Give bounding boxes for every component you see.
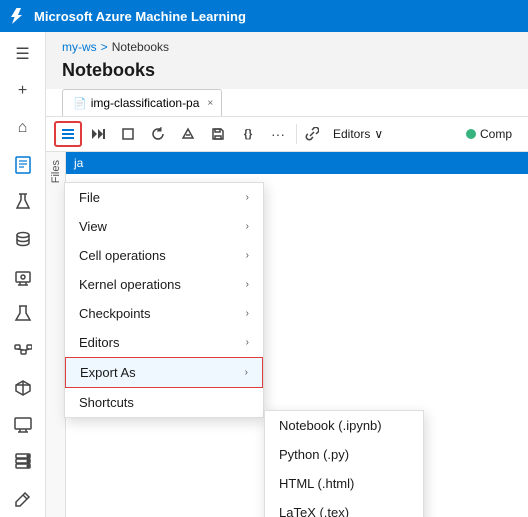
- top-bar: Microsoft Azure Machine Learning: [0, 0, 528, 32]
- breadcrumb-separator: >: [101, 40, 108, 54]
- file-icon: 📄: [73, 97, 87, 110]
- notebook-area: Files ja File › View ›: [46, 152, 528, 517]
- flask-icon[interactable]: [5, 296, 41, 331]
- fast-forward-button[interactable]: [84, 121, 112, 147]
- experiment-icon[interactable]: [5, 185, 41, 220]
- clear-button[interactable]: [174, 121, 202, 147]
- tabs-bar: 📄 img-classification-pa ×: [46, 89, 528, 117]
- menu-item-kernel-operations[interactable]: Kernel operations ›: [65, 270, 263, 299]
- pipeline-icon[interactable]: [5, 333, 41, 368]
- editors-label: Editors: [333, 127, 370, 141]
- more-button[interactable]: ···: [264, 121, 292, 147]
- data-icon[interactable]: [5, 222, 41, 257]
- menu-button[interactable]: [54, 121, 82, 147]
- menu-item-editors[interactable]: Editors ›: [65, 328, 263, 357]
- chevron-down-icon: ∨: [374, 127, 383, 141]
- page-title: Notebooks: [46, 58, 528, 89]
- submenu-item-python[interactable]: Python (.py): [265, 440, 423, 469]
- code-button[interactable]: {}: [234, 121, 262, 147]
- link-button[interactable]: [301, 121, 323, 147]
- toolbar: {} ··· Editors ∨ Comp: [46, 117, 528, 152]
- menu-item-cell-operations[interactable]: Cell operations ›: [65, 241, 263, 270]
- left-sidebar: ☰ + ⌂: [0, 32, 46, 517]
- chevron-right-icon: ›: [246, 337, 249, 348]
- dropdown-menu: File › View › Cell operations › Kernel o…: [64, 182, 264, 418]
- menu-item-export-as-label: Export As: [80, 365, 136, 380]
- monitor-icon[interactable]: [5, 408, 41, 443]
- compute-status[interactable]: Comp: [458, 124, 520, 144]
- files-panel[interactable]: Files: [46, 152, 66, 517]
- edit-icon[interactable]: [5, 482, 41, 517]
- notebook-icon[interactable]: [5, 147, 41, 182]
- chevron-right-icon: ›: [245, 367, 248, 378]
- storage-icon[interactable]: [5, 445, 41, 480]
- refresh-button[interactable]: [144, 121, 172, 147]
- menu-item-checkpoints[interactable]: Checkpoints ›: [65, 299, 263, 328]
- breadcrumb: my-ws > Notebooks: [46, 32, 528, 58]
- chevron-right-icon: ›: [246, 192, 249, 203]
- menu-item-file-label: File: [79, 190, 100, 205]
- chevron-right-icon: ›: [246, 308, 249, 319]
- add-icon[interactable]: +: [5, 73, 41, 108]
- chevron-right-icon: ›: [246, 221, 249, 232]
- registry-icon[interactable]: [5, 370, 41, 405]
- menu-item-file[interactable]: File ›: [65, 183, 263, 212]
- chevron-right-icon: ›: [246, 279, 249, 290]
- hamburger-icon[interactable]: ☰: [5, 36, 41, 71]
- files-label[interactable]: Files: [50, 160, 62, 183]
- home-icon[interactable]: ⌂: [5, 110, 41, 145]
- app-title: Microsoft Azure Machine Learning: [34, 9, 246, 24]
- tab-close-button[interactable]: ×: [207, 98, 213, 109]
- notebook-tab-0[interactable]: 📄 img-classification-pa ×: [62, 89, 222, 116]
- menu-item-checkpoints-label: Checkpoints: [79, 306, 151, 321]
- export-as-submenu: Notebook (.ipynb) Python (.py) HTML (.ht…: [264, 410, 424, 517]
- square-button[interactable]: [114, 121, 142, 147]
- editors-dropdown-button[interactable]: Editors ∨: [325, 124, 391, 144]
- menu-item-kernel-operations-label: Kernel operations: [79, 277, 181, 292]
- menu-item-view-label: View: [79, 219, 107, 234]
- chevron-right-icon: ›: [246, 250, 249, 261]
- menu-item-view[interactable]: View ›: [65, 212, 263, 241]
- toolbar-separator: [296, 124, 297, 144]
- comp-label: Comp: [480, 127, 512, 141]
- breadcrumb-workspace[interactable]: my-ws: [62, 40, 97, 54]
- menu-item-export-as[interactable]: Export As ›: [65, 357, 263, 388]
- submenu-item-html[interactable]: HTML (.html): [265, 469, 423, 498]
- cell-bar: ja: [66, 152, 528, 174]
- status-dot: [466, 129, 476, 139]
- tab-label: img-classification-pa: [91, 96, 200, 110]
- menu-item-shortcuts[interactable]: Shortcuts: [65, 388, 263, 417]
- cell-bar-text: ja: [74, 156, 83, 170]
- breadcrumb-current: Notebooks: [112, 40, 169, 54]
- menu-item-shortcuts-label: Shortcuts: [79, 395, 134, 410]
- submenu-item-latex[interactable]: LaTeX (.tex): [265, 498, 423, 517]
- save-button[interactable]: [204, 121, 232, 147]
- submenu-item-notebook[interactable]: Notebook (.ipynb): [265, 411, 423, 440]
- menu-item-editors-label: Editors: [79, 335, 119, 350]
- menu-item-cell-operations-label: Cell operations: [79, 248, 166, 263]
- compute-icon[interactable]: [5, 259, 41, 294]
- azure-logo: Microsoft Azure Machine Learning: [10, 7, 246, 25]
